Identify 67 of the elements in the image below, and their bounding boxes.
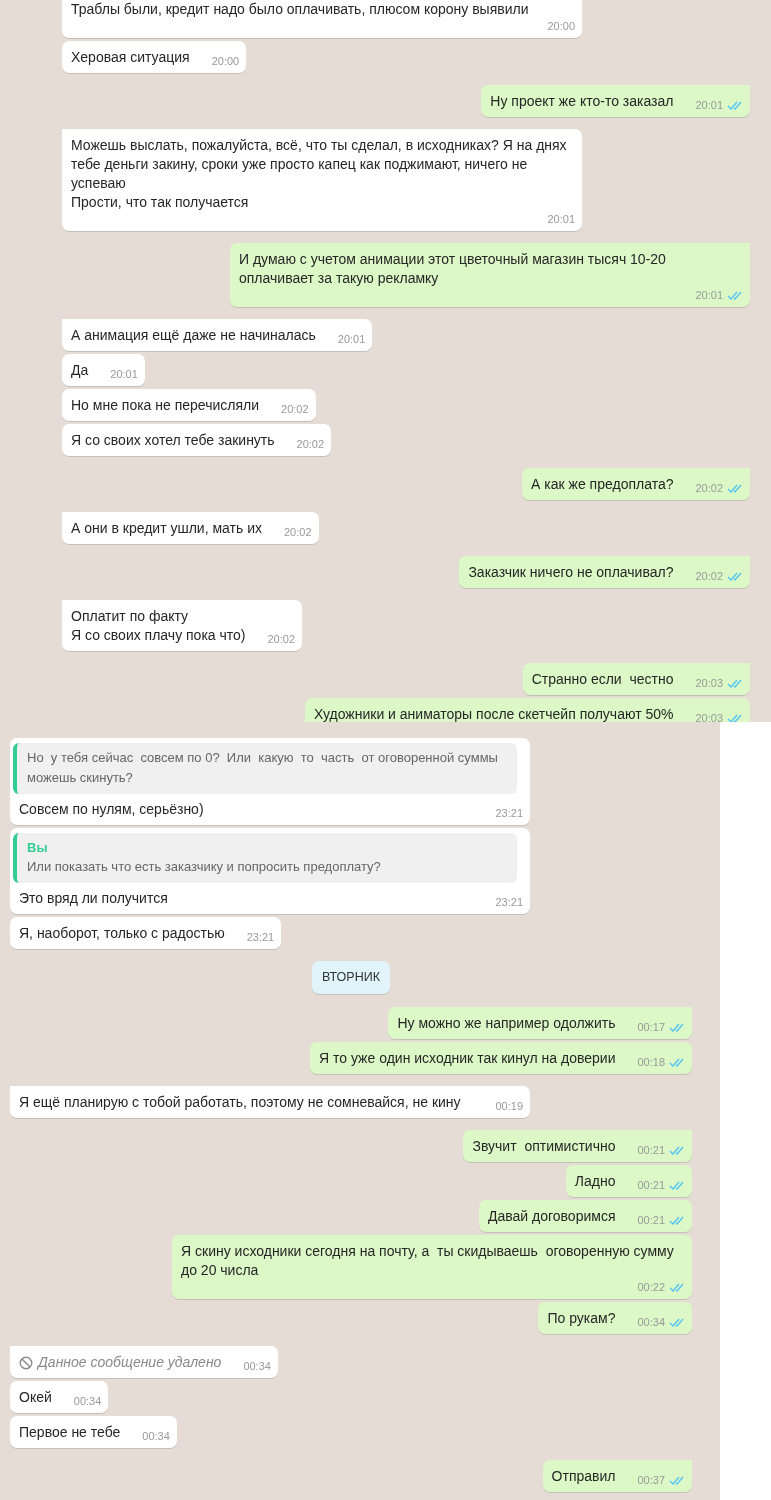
message-time: 20:01 <box>695 98 723 113</box>
message-time: 00:22 <box>637 1280 665 1295</box>
message-text: И думаю с учетом анимации этот цветочный магазин тысяч 10-20 оплачивает за такую рекламку <box>239 250 667 288</box>
message-text: Ладно <box>574 1172 616 1191</box>
message-text: Отправил <box>551 1467 616 1486</box>
message-text: Ну проект же кто-то заказал <box>490 92 674 111</box>
message-time: 20:02 <box>695 481 723 496</box>
message-time: 00:34 <box>73 1394 102 1409</box>
message-text: Да <box>71 361 89 380</box>
message-text: Совсем по нулям, серьёзно) <box>19 800 204 820</box>
message-text: Но мне пока не перечисляли <box>71 396 260 415</box>
message-text: Данное сообщение удалено <box>38 1353 222 1372</box>
message-time: 00:18 <box>637 1055 665 1070</box>
message-time: 00:37 <box>637 1473 665 1488</box>
message-time: 00:21 <box>637 1143 665 1158</box>
blocked-icon <box>19 1355 33 1370</box>
message-text: Давай договоримся <box>488 1207 616 1226</box>
message-text: Я скину исходники сегодня на почту, а ты скидываешь оговоренную сумму до 20 числа <box>181 1242 675 1280</box>
message-time: 20:00 <box>211 54 240 69</box>
message-time: 00:34 <box>142 1429 170 1444</box>
message-time: 20:00 <box>547 19 575 34</box>
message-time: 20:02 <box>281 402 309 417</box>
message-time: 00:21 <box>637 1178 665 1193</box>
message-text: Я, наоборот, только с радостью <box>19 924 225 944</box>
message-text: Звучит оптимистично <box>472 1137 616 1156</box>
message-text: Херовая ситуация <box>71 48 190 67</box>
message-text: Оплатит по факту Я со своих плачу пока что) <box>71 607 246 645</box>
message-time: 20:02 <box>695 569 723 584</box>
quote-author: Вы <box>27 839 49 858</box>
message-time: 00:21 <box>637 1213 665 1228</box>
message-text: А как же предоплата? <box>531 475 674 494</box>
message-time: 00:34 <box>243 1359 271 1374</box>
message-time: 20:02 <box>284 525 312 540</box>
message-text: Я ещё планирую с тобой работать, поэтому не сомневайся, не кину <box>19 1093 461 1112</box>
message-time: 23:21 <box>495 806 523 822</box>
message-time: 00:34 <box>637 1315 665 1330</box>
message-time: 20:02 <box>296 437 325 452</box>
message-text: Странно если честно <box>531 670 674 689</box>
message-text: Траблы были, кредит надо было оплачивать, плюсом корону выявили <box>71 0 529 19</box>
quote-text: Но у тебя сейчас совсем по 0? Или какую то часть от оговоренной суммы можешь скинуть? <box>27 749 499 788</box>
message-time: 23:21 <box>495 895 523 911</box>
quoted-message[interactable]: Вы Или показать что есть заказчику и попросить предоплату? <box>13 833 517 884</box>
message-text: Можешь выслать, пожалуйста, всё, что ты сделал, в исходниках? Я на днях тебе деньги закину, сроки уже просто капец как поджимают, ничего не успеваю Прости, что так получается <box>71 136 568 212</box>
message-time: 00:19 <box>495 1099 523 1114</box>
quote-text: Или показать что есть заказчику и попросить предоплату? <box>27 858 382 877</box>
message-time: 23:21 <box>246 930 275 946</box>
message-time: 20:01 <box>695 288 723 303</box>
message-text: Заказчик ничего не оплачивал? <box>468 563 674 582</box>
message-text: Первое не тебе <box>19 1423 121 1442</box>
message-text: По рукам? <box>547 1309 616 1328</box>
message-text: Окей <box>19 1388 52 1407</box>
message-text: Я то уже один исходник так кинул на доверии <box>319 1049 616 1068</box>
message-time: 20:01 <box>337 332 366 347</box>
message-text: А анимация ещё даже не начиналась <box>71 326 316 345</box>
message-time: 20:01 <box>110 367 138 382</box>
message-time: 20:03 <box>695 676 723 691</box>
message-time: 20:01 <box>547 212 575 227</box>
message-text: А они в кредит ушли, мать их <box>71 519 262 538</box>
quoted-message[interactable]: Но у тебя сейчас совсем по 0? Или какую то часть от оговоренной суммы можешь скинуть? <box>13 743 517 795</box>
message-text: Художники и аниматоры после скетчейп получают 50% <box>314 705 674 722</box>
message-time: 20:02 <box>267 632 296 647</box>
day-label: ВТОРНИК <box>312 961 390 994</box>
message-text: Я со своих хотел тебе закинуть <box>71 431 275 450</box>
message-text: Это вряд ли получится <box>19 889 168 909</box>
message-time: 00:17 <box>637 1020 665 1035</box>
message-text: Ну можно же например одолжить <box>397 1014 616 1033</box>
message-time: 20:03 <box>695 711 723 722</box>
